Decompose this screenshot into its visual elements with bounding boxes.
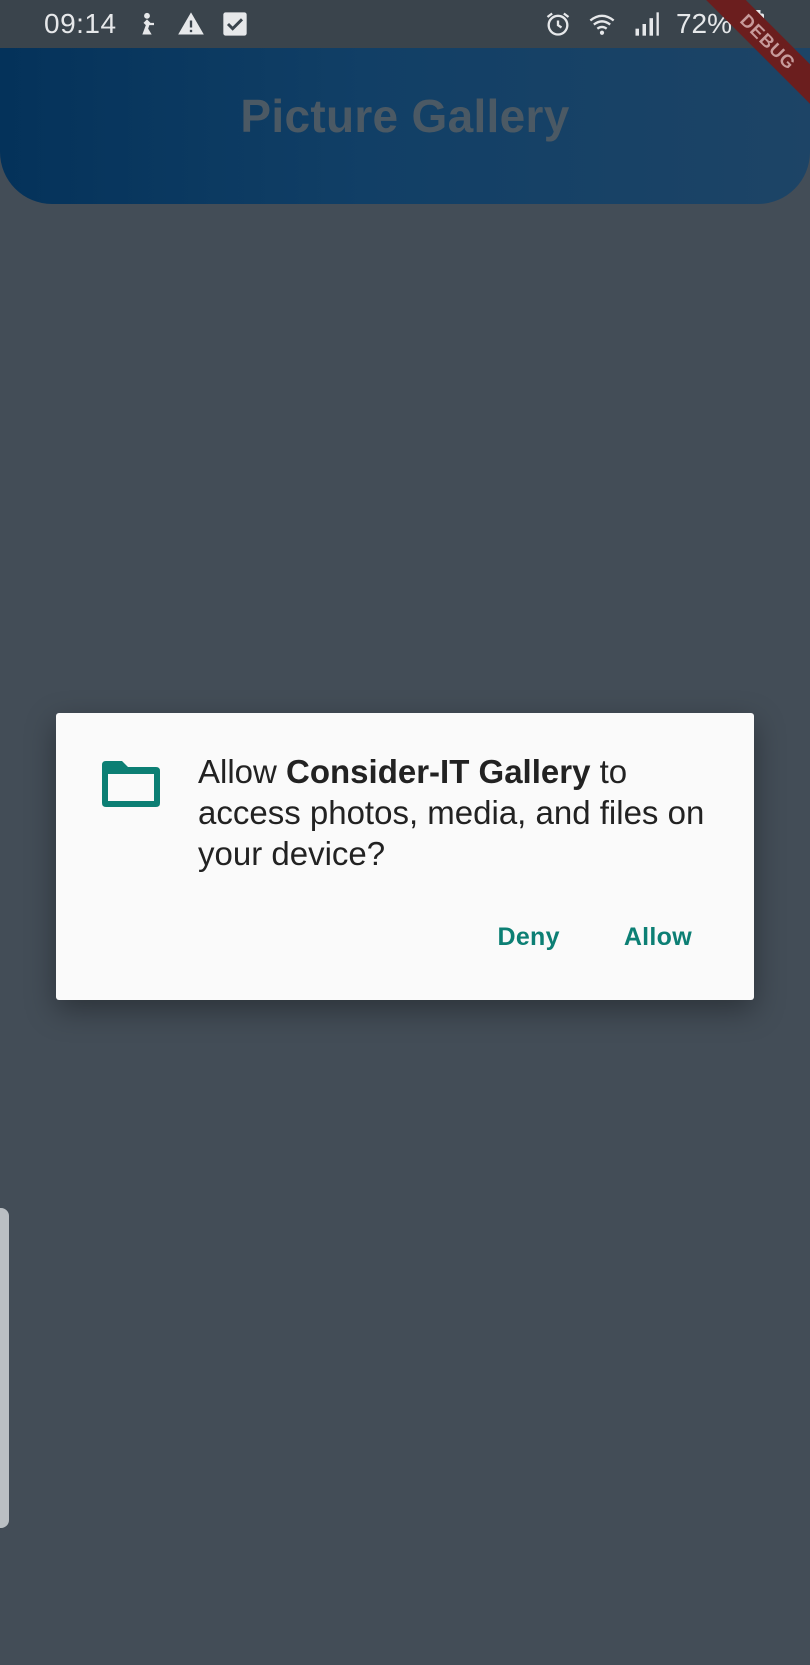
app-bar: Picture Gallery [0, 48, 810, 204]
wifi-icon [588, 10, 616, 38]
folder-icon [100, 757, 162, 809]
allow-button[interactable]: Allow [624, 923, 692, 952]
permission-dialog: Allow Consider-IT Gallery to access phot… [56, 713, 754, 1000]
status-time: 09:14 [44, 8, 117, 39]
signal-icon [632, 10, 660, 38]
person-run-icon [133, 10, 161, 38]
status-bar: 09:14 72% [0, 0, 810, 48]
alarm-icon [544, 10, 572, 38]
deny-button[interactable]: Deny [497, 923, 559, 952]
warning-icon [177, 10, 205, 38]
dialog-message: Allow Consider-IT Gallery to access phot… [198, 751, 708, 874]
edge-panel-handle[interactable] [0, 1208, 9, 1528]
dialog-actions: Deny Allow [497, 923, 692, 952]
checkbox-icon [221, 10, 249, 38]
app-title: Picture Gallery [240, 90, 570, 142]
app-name: Consider-IT Gallery [286, 753, 591, 790]
status-left: 09:14 [44, 8, 249, 40]
message-prefix: Allow [198, 753, 287, 790]
